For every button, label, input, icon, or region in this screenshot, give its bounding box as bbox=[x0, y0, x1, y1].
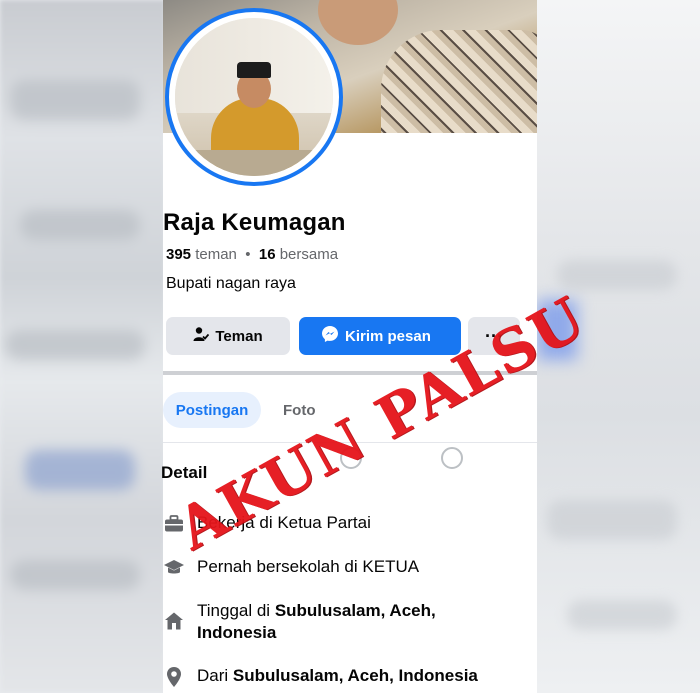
profile-avatar[interactable] bbox=[165, 8, 343, 186]
friends-summary[interactable]: 395 teman • 16 bersama bbox=[166, 246, 338, 263]
mutual-label: bersama bbox=[279, 246, 339, 263]
friend-check-icon bbox=[193, 326, 210, 346]
tab-posts[interactable]: Postingan bbox=[163, 392, 261, 428]
home-icon bbox=[163, 610, 185, 632]
friends-button-label: Teman bbox=[215, 327, 263, 345]
friends-button[interactable]: Teman bbox=[166, 317, 290, 355]
location-pin-icon bbox=[163, 666, 185, 688]
send-message-label: Kirim pesan bbox=[345, 327, 431, 345]
detail-row-education: Pernah bersekolah di KETUA bbox=[163, 556, 497, 579]
blurred-background-left bbox=[0, 0, 165, 693]
details-heading: Detail bbox=[161, 463, 208, 482]
separator-dot: • bbox=[245, 246, 251, 263]
detail-education-text: Pernah bersekolah di KETUA bbox=[197, 557, 420, 576]
radio-option-2[interactable] bbox=[441, 447, 463, 469]
detail-from-prefix: Dari bbox=[197, 666, 233, 685]
detail-lives-prefix: Tinggal di bbox=[197, 601, 275, 620]
detail-row-from: Dari Subulusalam, Aceh, Indonesia bbox=[163, 665, 497, 688]
friends-count: 395 bbox=[166, 246, 192, 263]
send-message-button[interactable]: Kirim pesan bbox=[299, 317, 461, 355]
profile-bio: Bupati nagan raya bbox=[166, 275, 296, 292]
tab-photos[interactable]: Foto bbox=[283, 402, 315, 419]
profile-name: Raja Keumagan bbox=[163, 209, 346, 236]
mutual-count: 16 bbox=[258, 246, 276, 263]
detail-from-location[interactable]: Subulusalam, Aceh, Indonesia bbox=[233, 666, 478, 685]
friends-label: teman bbox=[195, 246, 237, 263]
detail-row-lives: Tinggal di Subulusalam, Aceh, Indonesia bbox=[163, 600, 497, 644]
graduation-cap-icon bbox=[163, 557, 185, 579]
messenger-icon bbox=[321, 325, 339, 347]
